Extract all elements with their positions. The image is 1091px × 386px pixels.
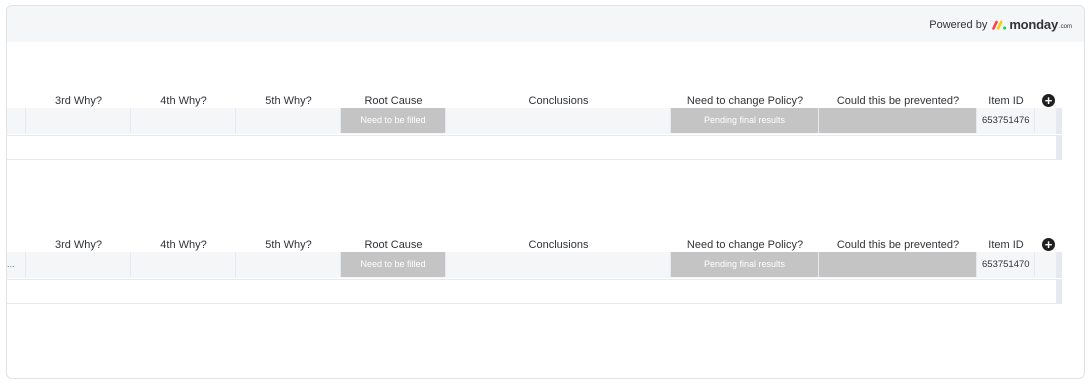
table-row[interactable]: Need to be filled Pending final results … — [7, 108, 1062, 134]
add-item-row[interactable] — [7, 279, 1062, 304]
item-id-cell: 653751470 — [977, 252, 1035, 277]
powered-by-label: Powered by — [929, 18, 988, 31]
add-column-button[interactable]: + — [1042, 238, 1055, 251]
monday-logo-suffix: .com — [1058, 23, 1072, 30]
top-bar: Powered by monday .com — [7, 6, 1084, 42]
add-row-end-cap — [1056, 280, 1062, 304]
item-name-cell[interactable]: ... — [7, 252, 26, 277]
prevented-status[interactable] — [819, 108, 977, 133]
cell-5th-why[interactable] — [236, 108, 341, 133]
root-cause-status[interactable]: Need to be filled — [341, 252, 446, 277]
cell-4th-why[interactable] — [131, 252, 236, 277]
cell-3rd-why[interactable] — [26, 108, 131, 133]
cell-4th-why[interactable] — [131, 108, 236, 133]
policy-status[interactable]: Pending final results — [671, 252, 819, 277]
table-row[interactable]: ... Need to be filled Pending final resu… — [7, 252, 1062, 278]
cell-conclusions[interactable] — [446, 252, 671, 277]
cell-5th-why[interactable] — [236, 252, 341, 277]
prevented-status[interactable] — [819, 252, 977, 277]
policy-status[interactable]: Pending final results — [671, 108, 819, 133]
monday-logo-icon — [992, 20, 1007, 30]
board-frame: Powered by monday .com 3rd Why? 4th Why?… — [6, 5, 1085, 379]
item-name-cell[interactable] — [7, 108, 26, 133]
add-row-end-cap — [1056, 136, 1062, 160]
row-end-cap — [1056, 252, 1062, 278]
row-end-cap — [1056, 108, 1062, 134]
cell-conclusions[interactable] — [446, 108, 671, 133]
add-item-row[interactable] — [7, 135, 1062, 160]
cell-3rd-why[interactable] — [26, 252, 131, 277]
powered-by[interactable]: Powered by monday .com — [929, 17, 1072, 32]
monday-logo-word: monday — [1009, 17, 1058, 32]
add-column-button[interactable]: + — [1042, 94, 1055, 107]
root-cause-status[interactable]: Need to be filled — [341, 108, 446, 133]
item-id-cell: 653751476 — [977, 108, 1035, 133]
